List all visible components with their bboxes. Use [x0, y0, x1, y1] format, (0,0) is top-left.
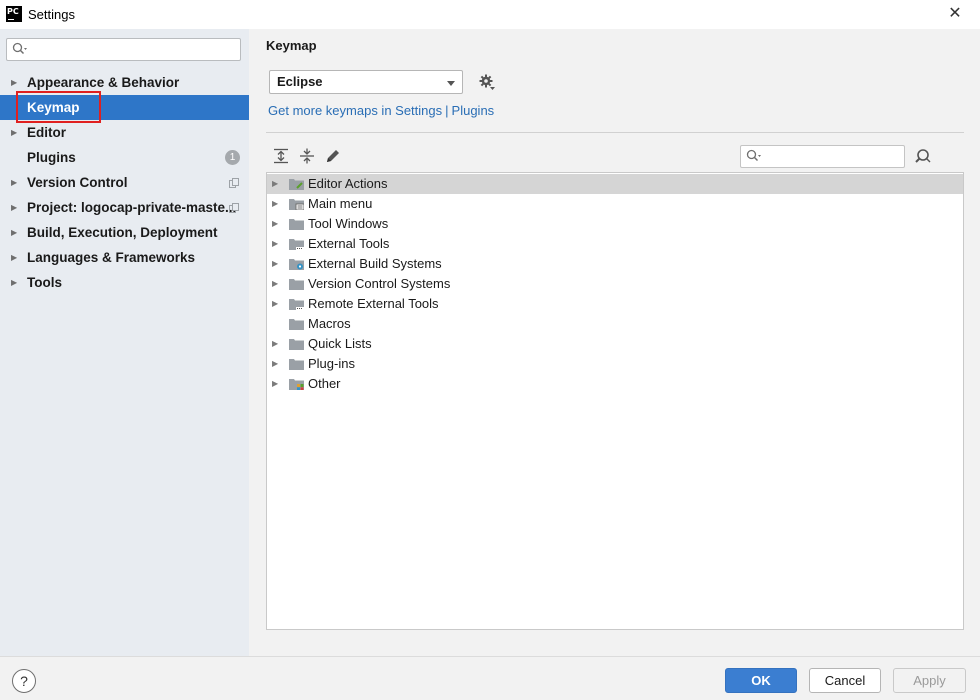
divider — [266, 132, 964, 133]
title-bar: PC Settings ✕ — [0, 0, 980, 29]
tree-node-remote-external-tools[interactable]: ▶ Remote External Tools — [267, 294, 963, 314]
sidebar-item-label: Plugins — [27, 150, 76, 165]
folder-icon — [289, 279, 304, 290]
expand-arrow-icon[interactable]: ▶ — [272, 354, 278, 374]
gear-icon[interactable] — [478, 73, 496, 91]
tree-node-external-tools[interactable]: ▶ External Tools — [267, 234, 963, 254]
find-by-shortcut-icon[interactable] — [913, 147, 933, 167]
expand-arrow-icon[interactable]: ▶ — [272, 334, 278, 354]
expand-arrow-icon[interactable]: ▶ — [272, 294, 278, 314]
folder-icon — [289, 339, 304, 350]
collapse-all-icon[interactable] — [298, 147, 316, 165]
keymap-select[interactable]: Eclipse — [269, 70, 463, 94]
folder-icon — [289, 319, 304, 330]
menu-folder-icon — [289, 199, 304, 210]
keymap-panel: Keymap Eclipse Get more keymaps in Setti… — [249, 29, 980, 656]
tree-node-label: Remote External Tools — [308, 296, 439, 311]
external-tools-folder-icon — [289, 239, 304, 250]
keymap-select-value: Eclipse — [277, 74, 323, 89]
copy-icon — [229, 203, 239, 213]
expand-arrow-icon[interactable]: ▶ — [272, 194, 278, 214]
get-more-keymaps-link-row: Get more keymaps in Settings | Plugins — [268, 103, 494, 118]
page-title: Keymap — [266, 38, 317, 53]
help-button[interactable]: ? — [12, 669, 36, 693]
sidebar-item-project[interactable]: ▶ Project: logocap-private-maste... — [0, 195, 249, 220]
search-icon — [12, 42, 27, 55]
folder-icon — [289, 359, 304, 370]
sidebar-item-version-control[interactable]: ▶ Version Control — [0, 170, 249, 195]
tree-node-macros[interactable]: Macros — [267, 314, 963, 334]
action-search-field[interactable] — [740, 145, 905, 168]
ok-button[interactable]: OK — [725, 668, 797, 693]
action-search-input[interactable] — [767, 148, 899, 165]
settings-search-field[interactable] — [6, 38, 241, 61]
tree-node-quick-lists[interactable]: ▶ Quick Lists — [267, 334, 963, 354]
highlight-box — [16, 91, 101, 123]
expand-arrow-icon[interactable]: ▶ — [11, 245, 17, 270]
build-systems-folder-icon — [289, 259, 304, 270]
tree-node-label: External Tools — [308, 236, 390, 251]
pycharm-app-icon: PC — [6, 6, 22, 22]
expand-arrow-icon[interactable]: ▶ — [272, 374, 278, 394]
tree-node-label: Other — [308, 376, 341, 391]
get-more-keymaps-link[interactable]: Get more keymaps in Settings — [268, 103, 442, 118]
edit-icon[interactable] — [324, 147, 342, 165]
sidebar-item-label: Build, Execution, Deployment — [27, 225, 218, 240]
keymap-actions-tree[interactable]: ▶ Editor Actions ▶ Main menu ▶ Tool Wind… — [266, 172, 964, 630]
tree-node-tool-windows[interactable]: ▶ Tool Windows — [267, 214, 963, 234]
tree-node-main-menu[interactable]: ▶ Main menu — [267, 194, 963, 214]
sidebar-item-editor[interactable]: ▶ Editor — [0, 120, 249, 145]
copy-icon — [229, 178, 239, 188]
plugins-link[interactable]: Plugins — [452, 103, 495, 118]
expand-arrow-icon[interactable]: ▶ — [272, 174, 278, 194]
tree-node-label: Tool Windows — [308, 216, 389, 231]
sidebar-item-label: Tools — [27, 275, 62, 290]
tree-node-label: Quick Lists — [308, 336, 372, 351]
sidebar-item-tools[interactable]: ▶ Tools — [0, 270, 249, 295]
sidebar-item-label: Editor — [27, 125, 66, 140]
tree-node-plug-ins[interactable]: ▶ Plug-ins — [267, 354, 963, 374]
chevron-down-icon — [447, 81, 455, 86]
tree-node-other[interactable]: ▶ Other — [267, 374, 963, 394]
expand-arrow-icon[interactable]: ▶ — [272, 234, 278, 254]
expand-all-icon[interactable] — [272, 147, 290, 165]
tree-node-label: Main menu — [308, 196, 373, 211]
close-icon[interactable]: ✕ — [946, 5, 964, 23]
editor-actions-folder-icon — [289, 179, 304, 190]
sidebar-item-label: Languages & Frameworks — [27, 250, 196, 265]
external-tools-folder-icon — [289, 299, 304, 310]
link-separator: | — [445, 103, 449, 118]
tree-node-label: Plug-ins — [308, 356, 355, 371]
sidebar-item-plugins[interactable]: Plugins 1 — [0, 145, 249, 170]
window-title: Settings — [28, 7, 75, 22]
update-count-badge: 1 — [225, 150, 240, 165]
tree-node-label: Editor Actions — [308, 176, 388, 191]
tree-node-editor-actions[interactable]: ▶ Editor Actions — [267, 174, 963, 194]
tree-node-label: Version Control Systems — [308, 276, 451, 291]
sidebar-item-languages-frameworks[interactable]: ▶ Languages & Frameworks — [0, 245, 249, 270]
expand-arrow-icon[interactable]: ▶ — [272, 274, 278, 294]
expand-arrow-icon[interactable]: ▶ — [11, 220, 17, 245]
search-icon — [746, 149, 761, 162]
apply-button[interactable]: Apply — [893, 668, 966, 693]
expand-arrow-icon[interactable]: ▶ — [11, 270, 17, 295]
other-folder-icon — [289, 379, 304, 390]
tree-node-version-control-systems[interactable]: ▶ Version Control Systems — [267, 274, 963, 294]
expand-arrow-icon[interactable]: ▶ — [272, 254, 278, 274]
expand-arrow-icon[interactable]: ▶ — [272, 214, 278, 234]
expand-arrow-icon[interactable]: ▶ — [11, 195, 17, 220]
sidebar-item-label: Project: logocap-private-maste... — [27, 200, 237, 215]
folder-icon — [289, 219, 304, 230]
tree-node-external-build-systems[interactable]: ▶ External Build Systems — [267, 254, 963, 274]
expand-arrow-icon[interactable]: ▶ — [11, 170, 17, 195]
tree-node-label: External Build Systems — [308, 256, 442, 271]
settings-search-input[interactable] — [33, 41, 233, 58]
cancel-button[interactable]: Cancel — [809, 668, 881, 693]
expand-arrow-icon[interactable]: ▶ — [11, 120, 17, 145]
tree-node-label: Macros — [308, 316, 351, 331]
sidebar-item-label: Version Control — [27, 175, 128, 190]
sidebar-item-build-execution-deployment[interactable]: ▶ Build, Execution, Deployment — [0, 220, 249, 245]
